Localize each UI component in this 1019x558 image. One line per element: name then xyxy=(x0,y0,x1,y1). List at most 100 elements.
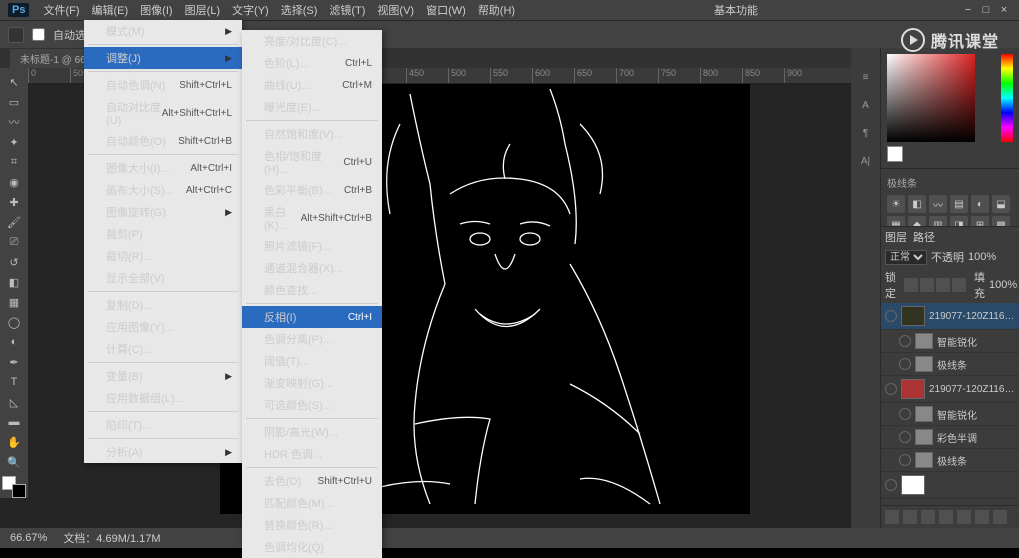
menu-item[interactable]: 裁切(R)... xyxy=(84,245,242,267)
mask-icon[interactable] xyxy=(921,510,935,524)
visibility-icon[interactable] xyxy=(899,408,911,420)
image-menu-dropdown[interactable]: 模式(M)▶调整(J)▶自动色调(N)Shift+Ctrl+L自动对比度(U)A… xyxy=(84,20,242,463)
menu-select[interactable]: 选择(S) xyxy=(275,2,324,18)
blend-mode-select[interactable]: 正常 xyxy=(885,250,927,265)
menu-edit[interactable]: 编辑(E) xyxy=(86,2,135,18)
menu-help[interactable]: 帮助(H) xyxy=(472,2,521,18)
menu-item[interactable]: 自动颜色(O)Shift+Ctrl+B xyxy=(84,130,242,152)
menu-item[interactable]: 黑白(K)...Alt+Shift+Ctrl+B xyxy=(242,201,382,235)
menu-item[interactable]: 匹配颜色(M)... xyxy=(242,492,382,514)
lock-icon[interactable] xyxy=(952,278,966,292)
history-icon[interactable]: ≡ xyxy=(857,68,875,86)
menu-item[interactable]: 色调均化(Q) xyxy=(242,536,382,558)
history-brush-icon[interactable]: ↺ xyxy=(3,253,25,271)
menu-item[interactable]: 渐变映射(G)... xyxy=(242,372,382,394)
menu-item[interactable]: 照片滤镜(F)... xyxy=(242,235,382,257)
menu-view[interactable]: 视图(V) xyxy=(371,2,420,18)
layer-row[interactable]: 智能锐化 xyxy=(881,330,1019,353)
hue-slider[interactable] xyxy=(1001,54,1013,142)
adj-new-icon[interactable] xyxy=(939,510,953,524)
menu-item[interactable]: 自动色调(N)Shift+Ctrl+L xyxy=(84,74,242,96)
move-tool-icon[interactable] xyxy=(8,27,24,43)
layer-row[interactable]: 219077-120Z1161920... xyxy=(881,303,1019,330)
path-tool-icon[interactable]: ◺ xyxy=(3,393,25,411)
close-icon[interactable]: × xyxy=(997,3,1011,17)
visibility-icon[interactable] xyxy=(899,431,911,443)
adj-icon[interactable]: ◐ xyxy=(971,195,989,213)
menu-item[interactable]: 画布大小(S)...Alt+Ctrl+C xyxy=(84,179,242,201)
menu-item[interactable]: HDR 色调... xyxy=(242,443,382,465)
blur-tool-icon[interactable]: ◯ xyxy=(3,313,25,331)
opacity-value[interactable]: 100% xyxy=(968,251,996,263)
menu-item[interactable]: 亮度/对比度(C)... xyxy=(242,30,382,52)
menu-item[interactable]: 曲线(U)...Ctrl+M xyxy=(242,74,382,96)
menu-item[interactable]: 去色(D)Shift+Ctrl+U xyxy=(242,470,382,492)
adj-icon[interactable]: ⬓ xyxy=(992,195,1010,213)
layer-row[interactable]: 智能锐化 xyxy=(881,403,1019,426)
dodge-tool-icon[interactable]: ◐ xyxy=(3,333,25,351)
color-panel[interactable] xyxy=(881,48,1019,168)
adj-icon[interactable]: ▤ xyxy=(950,195,968,213)
brush-tool-icon[interactable]: 🖌 xyxy=(3,213,25,231)
fx-icon[interactable] xyxy=(903,510,917,524)
stamp-tool-icon[interactable]: ⎚ xyxy=(3,233,25,251)
menu-item[interactable]: 替换颜色(R)... xyxy=(242,514,382,536)
menu-item[interactable]: 模式(M)▶ xyxy=(84,20,242,42)
layer-row[interactable] xyxy=(881,472,1019,499)
lock-icon[interactable] xyxy=(936,278,950,292)
visibility-icon[interactable] xyxy=(899,358,911,370)
fg-bg-colors[interactable] xyxy=(2,476,26,498)
trash-icon[interactable] xyxy=(993,510,1007,524)
auto-select-checkbox[interactable] xyxy=(32,28,45,41)
visibility-icon[interactable] xyxy=(885,310,897,322)
para-icon[interactable]: ¶ xyxy=(857,124,875,142)
hand-tool-icon[interactable]: ✋ xyxy=(3,433,25,451)
adj-icon[interactable]: ◧ xyxy=(908,195,926,213)
group-icon[interactable] xyxy=(957,510,971,524)
gradient-tool-icon[interactable]: ▦ xyxy=(3,293,25,311)
menu-layer[interactable]: 图层(L) xyxy=(179,2,226,18)
shape-tool-icon[interactable]: ▬ xyxy=(3,413,25,431)
eraser-tool-icon[interactable]: ◧ xyxy=(3,273,25,291)
layers-tab[interactable]: 图层 xyxy=(885,229,907,245)
menu-item[interactable]: 颜色查找... xyxy=(242,279,382,301)
menu-item[interactable]: 色彩平衡(B)...Ctrl+B xyxy=(242,179,382,201)
zoom-tool-icon[interactable]: 🔍 xyxy=(3,453,25,471)
layer-row[interactable]: 彩色半调 xyxy=(881,426,1019,449)
menu-window[interactable]: 窗口(W) xyxy=(420,2,472,18)
crop-tool-icon[interactable]: ⌗ xyxy=(3,153,25,171)
menu-item[interactable]: 陷印(T)... xyxy=(84,414,242,436)
menu-item[interactable]: 调整(J)▶ xyxy=(84,47,242,69)
menu-item[interactable]: 分析(A)▶ xyxy=(84,441,242,463)
layer-row[interactable]: 219077-120Z1161920... xyxy=(881,376,1019,403)
menu-file[interactable]: 文件(F) xyxy=(37,2,85,18)
pen-tool-icon[interactable]: ✒ xyxy=(3,353,25,371)
visibility-icon[interactable] xyxy=(885,479,897,491)
styles-icon[interactable]: A| xyxy=(857,152,875,170)
menu-item[interactable]: 可选颜色(S)... xyxy=(242,394,382,416)
char-icon[interactable]: A xyxy=(857,96,875,114)
lock-icon[interactable] xyxy=(904,278,918,292)
new-layer-icon[interactable] xyxy=(975,510,989,524)
adj-icon[interactable]: 〰 xyxy=(929,195,947,213)
menu-item[interactable]: 变量(B)▶ xyxy=(84,365,242,387)
menu-item[interactable]: 裁剪(P) xyxy=(84,223,242,245)
type-tool-icon[interactable]: T xyxy=(3,373,25,391)
menu-item[interactable]: 反相(I)Ctrl+I xyxy=(242,306,382,328)
minimize-icon[interactable]: − xyxy=(961,3,975,17)
menu-item[interactable]: 应用数据组(L)... xyxy=(84,387,242,409)
workspace-label[interactable]: 基本功能 xyxy=(714,2,758,18)
paths-tab[interactable]: 路径 xyxy=(913,229,935,245)
visibility-icon[interactable] xyxy=(899,335,911,347)
menu-image[interactable]: 图像(I) xyxy=(134,2,178,18)
wand-tool-icon[interactable]: ✦ xyxy=(3,133,25,151)
move-tool-icon[interactable]: ↖ xyxy=(3,73,25,91)
menu-item[interactable]: 色调分离(P)... xyxy=(242,328,382,350)
sv-picker[interactable] xyxy=(887,54,975,142)
menu-filter[interactable]: 滤镜(T) xyxy=(323,2,371,18)
menu-item[interactable]: 曝光度(E)... xyxy=(242,96,382,118)
menu-type[interactable]: 文字(Y) xyxy=(226,2,275,18)
menu-item[interactable]: 色相/饱和度(H)...Ctrl+U xyxy=(242,145,382,179)
menu-item[interactable]: 自然饱和度(V)... xyxy=(242,123,382,145)
eyedropper-tool-icon[interactable]: ◉ xyxy=(3,173,25,191)
